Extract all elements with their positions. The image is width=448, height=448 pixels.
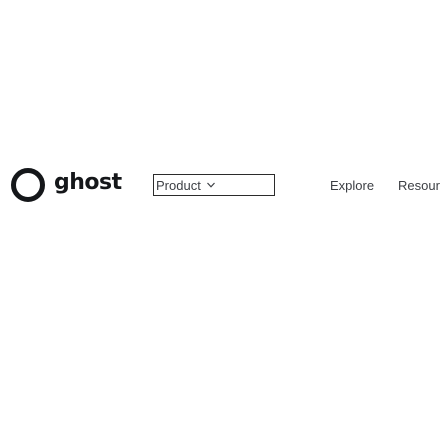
page: ghost Product Explore Resour (0, 0, 448, 448)
explore-nav-link[interactable]: Explore (330, 160, 374, 210)
product-menu-button[interactable]: Product (153, 174, 275, 196)
chevron-down-icon (206, 182, 215, 188)
ghost-logo-ring-icon (11, 168, 45, 202)
brand-name: ghost (54, 170, 122, 195)
resources-nav-link[interactable]: Resour (398, 160, 440, 210)
top-navigation-bar: ghost Product Explore Resour (0, 160, 448, 210)
product-menu-label: Product (156, 177, 201, 193)
ghost-home-logo-link[interactable]: ghost (10, 160, 122, 210)
